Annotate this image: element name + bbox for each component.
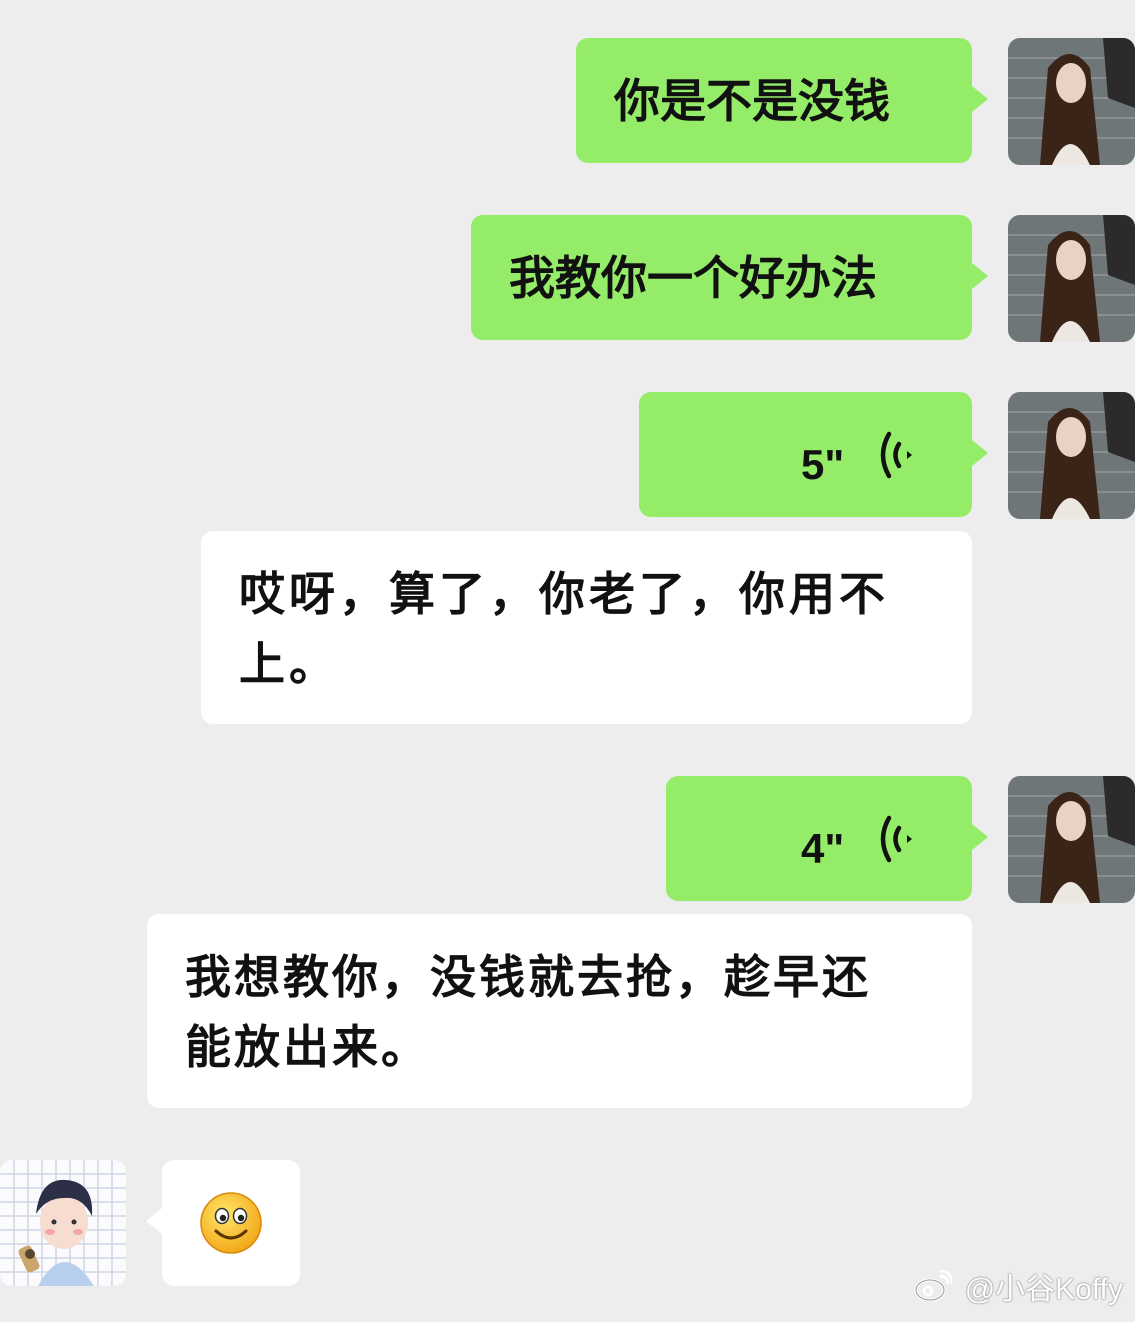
message-bubble-white[interactable]: 哎呀，算了，你老了，你用不 上。 [201,531,972,724]
voice-duration: 4" [801,825,845,872]
message-text-line: 上。 [239,637,339,691]
weibo-logo-icon [914,1269,954,1302]
message-text: 我教你一个好办法 [509,251,877,305]
bubble-tail [972,263,988,289]
bubble-tail [972,86,988,112]
my-avatar[interactable] [1008,392,1135,519]
message-bubble-white[interactable]: 我想教你，没钱就去抢，趁早还 能放出来。 [147,914,972,1108]
woman-avatar-image [1008,392,1135,519]
message-bubble-sent[interactable]: 你是不是没钱 [576,38,972,163]
voice-message-bubble[interactable]: 4" [666,776,972,901]
my-avatar[interactable] [1008,215,1135,342]
watermark-text: @小谷Koffy [964,1273,1123,1306]
woman-avatar-image [1008,38,1135,165]
emoji-message-bubble[interactable] [162,1160,300,1286]
bubble-tail [972,824,988,850]
slightly-smiling-face-emoji [200,1192,262,1254]
my-avatar[interactable] [1008,38,1135,165]
voice-wave-icon [880,431,912,479]
message-text: 你是不是没钱 [614,74,890,128]
message-text-line: 能放出来。 [185,1020,430,1074]
my-avatar[interactable] [1008,776,1135,903]
bubble-tail [146,1208,162,1234]
message-bubble-sent[interactable]: 我教你一个好办法 [471,215,972,340]
message-text-line: 哎呀，算了，你老了，你用不 [239,567,889,621]
voice-message-bubble[interactable]: 5" [639,392,972,517]
bubble-tail [972,440,988,466]
voice-duration: 5" [801,441,845,488]
woman-avatar-image [1008,215,1135,342]
weibo-watermark: @小谷Koffy [914,1264,1123,1308]
cartoon-boy-avatar-image [0,1160,126,1286]
contact-avatar[interactable] [0,1160,126,1286]
message-text-line: 我想教你，没钱就去抢，趁早还 [185,950,871,1004]
woman-avatar-image [1008,776,1135,903]
voice-wave-icon [880,815,912,863]
